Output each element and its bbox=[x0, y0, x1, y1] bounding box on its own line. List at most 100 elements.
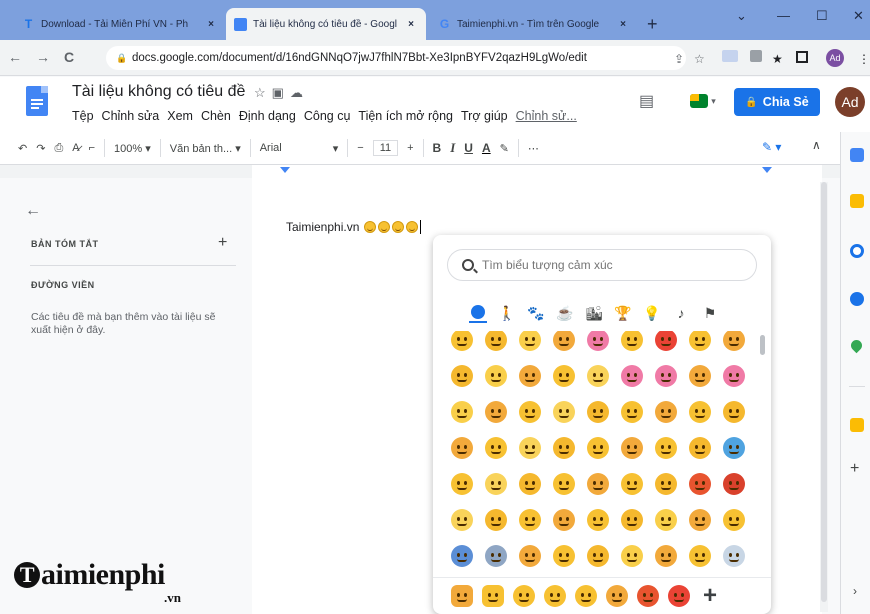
emoji-button[interactable] bbox=[547, 331, 581, 357]
emoji-button[interactable] bbox=[615, 431, 649, 465]
emoji-scrollbar[interactable] bbox=[760, 335, 765, 355]
emoji-button[interactable] bbox=[615, 539, 649, 573]
comments-icon[interactable]: ▤ bbox=[639, 91, 654, 111]
emoji-button[interactable] bbox=[445, 331, 479, 357]
tab-search-chevron-icon[interactable]: ⌄ bbox=[736, 8, 747, 24]
emoji-button[interactable] bbox=[581, 395, 615, 429]
emoji-button[interactable] bbox=[513, 467, 547, 501]
emoji-button[interactable] bbox=[717, 395, 751, 429]
emoji-button[interactable] bbox=[615, 331, 649, 357]
chevron-right-icon[interactable]: › bbox=[853, 584, 857, 598]
collapse-menus-icon[interactable]: ∧ bbox=[812, 138, 821, 152]
food-icon[interactable]: ☕ bbox=[556, 303, 574, 323]
party-popper-icon[interactable] bbox=[666, 583, 692, 609]
emoji-button[interactable] bbox=[717, 503, 751, 537]
cloud-status-icon[interactable]: ☁ bbox=[290, 85, 309, 100]
emoji-button[interactable] bbox=[615, 503, 649, 537]
emoji-button[interactable] bbox=[479, 359, 513, 393]
emoji-button[interactable] bbox=[513, 359, 547, 393]
emoji-button[interactable] bbox=[649, 467, 683, 501]
emoji-button[interactable] bbox=[615, 395, 649, 429]
emoji-button[interactable] bbox=[649, 539, 683, 573]
emoji-button[interactable] bbox=[683, 359, 717, 393]
move-folder-icon[interactable]: ▣ bbox=[272, 85, 290, 100]
emoji-button[interactable] bbox=[445, 431, 479, 465]
emoji-button[interactable] bbox=[717, 331, 751, 357]
emoji-button[interactable] bbox=[479, 331, 513, 357]
emoji-button[interactable] bbox=[445, 467, 479, 501]
left-indent-marker[interactable] bbox=[280, 167, 290, 173]
back-button[interactable]: ← bbox=[8, 49, 22, 65]
new-tab-button[interactable]: + bbox=[647, 14, 658, 35]
share-page-icon[interactable]: ⇪ bbox=[674, 52, 684, 66]
emoji-button[interactable] bbox=[445, 503, 479, 537]
emoji-button[interactable] bbox=[581, 359, 615, 393]
menu-format[interactable]: Định dạng bbox=[239, 109, 296, 123]
reload-button[interactable]: C bbox=[64, 49, 74, 65]
emoji-button[interactable] bbox=[649, 331, 683, 357]
emoji-button[interactable] bbox=[649, 431, 683, 465]
menu-file[interactable]: Tệp bbox=[72, 109, 94, 123]
emoji-button[interactable] bbox=[547, 431, 581, 465]
style-select[interactable]: Văn bản th... ▾ bbox=[170, 142, 241, 155]
animals-icon[interactable]: 🐾 bbox=[527, 303, 545, 323]
emoji-button[interactable] bbox=[479, 431, 513, 465]
emoji-button[interactable] bbox=[547, 503, 581, 537]
menu-tools[interactable]: Công cụ bbox=[304, 109, 351, 123]
emoji-button[interactable] bbox=[513, 331, 547, 357]
emoji-button[interactable] bbox=[581, 539, 615, 573]
menu-insert[interactable]: Chèn bbox=[201, 109, 231, 123]
thumbs-up-icon[interactable] bbox=[449, 583, 475, 609]
text-color-button[interactable]: A bbox=[482, 141, 491, 155]
emoji-button[interactable] bbox=[513, 395, 547, 429]
highlight-pen-icon[interactable]: ✎ bbox=[500, 142, 509, 155]
people-icon[interactable]: 🚶 bbox=[498, 303, 516, 323]
star-icon[interactable]: ☆ bbox=[254, 85, 272, 100]
font-size-increase-button[interactable]: + bbox=[407, 142, 413, 154]
emoji-button[interactable] bbox=[717, 467, 751, 501]
more-tools-button[interactable]: ⋯ bbox=[528, 142, 539, 155]
menu-view[interactable]: Xem bbox=[167, 109, 193, 123]
emoji-button[interactable] bbox=[479, 503, 513, 537]
flags-icon[interactable]: ⚑ bbox=[701, 303, 719, 323]
emoji-search-input[interactable] bbox=[482, 258, 742, 272]
browser-menu-icon[interactable]: ⋮ bbox=[858, 52, 870, 66]
clapping-hands-icon[interactable] bbox=[480, 583, 506, 609]
redo-icon[interactable]: ↷ bbox=[36, 142, 45, 155]
share-button[interactable]: 🔒 Chia Sẻ bbox=[734, 88, 820, 116]
document-text-line[interactable]: Taimienphi.vn bbox=[286, 220, 422, 234]
keep-icon[interactable] bbox=[850, 194, 864, 208]
close-tab-icon[interactable]: × bbox=[404, 19, 418, 30]
emoji-button[interactable] bbox=[683, 431, 717, 465]
extension-icon[interactable] bbox=[722, 50, 738, 62]
close-tab-icon[interactable]: × bbox=[204, 19, 218, 30]
extensions-puzzle-icon[interactable]: ★ bbox=[772, 52, 783, 66]
emoji-button[interactable] bbox=[547, 359, 581, 393]
get-addons-icon[interactable]: + bbox=[850, 460, 859, 478]
side-panel-icon[interactable] bbox=[796, 51, 808, 63]
emoji-button[interactable] bbox=[581, 503, 615, 537]
browser-tab-docs[interactable]: Tài liệu không có tiêu đề - Googl × bbox=[226, 8, 426, 40]
paint-format-icon[interactable]: ⌐ bbox=[89, 142, 95, 154]
emoji-button[interactable] bbox=[683, 467, 717, 501]
emoji-button[interactable] bbox=[615, 359, 649, 393]
emoji-button[interactable] bbox=[513, 431, 547, 465]
smileys-icon[interactable] bbox=[469, 303, 487, 323]
emoji-button[interactable] bbox=[683, 395, 717, 429]
emoji-button[interactable] bbox=[513, 539, 547, 573]
menu-edit[interactable]: Chỉnh sửa bbox=[102, 109, 160, 123]
menu-help[interactable]: Trợ giúp bbox=[461, 109, 508, 123]
close-outline-icon[interactable]: ← bbox=[25, 202, 41, 220]
font-select[interactable]: Arial bbox=[260, 142, 324, 154]
emoji-button[interactable] bbox=[717, 431, 751, 465]
browser-profile-avatar[interactable]: Ad bbox=[826, 49, 844, 67]
zoom-select[interactable]: 100% ▾ bbox=[114, 142, 151, 155]
emoji-button[interactable] bbox=[513, 503, 547, 537]
emoji-button[interactable] bbox=[445, 539, 479, 573]
font-size-decrease-button[interactable]: − bbox=[357, 142, 363, 154]
activities-icon[interactable]: 🏆 bbox=[614, 303, 632, 323]
bold-button[interactable]: B bbox=[433, 141, 442, 155]
emoji-button[interactable] bbox=[649, 503, 683, 537]
last-edit-link[interactable]: Chỉnh sử... bbox=[516, 109, 577, 123]
add-emoji-button[interactable]: + bbox=[697, 582, 723, 609]
